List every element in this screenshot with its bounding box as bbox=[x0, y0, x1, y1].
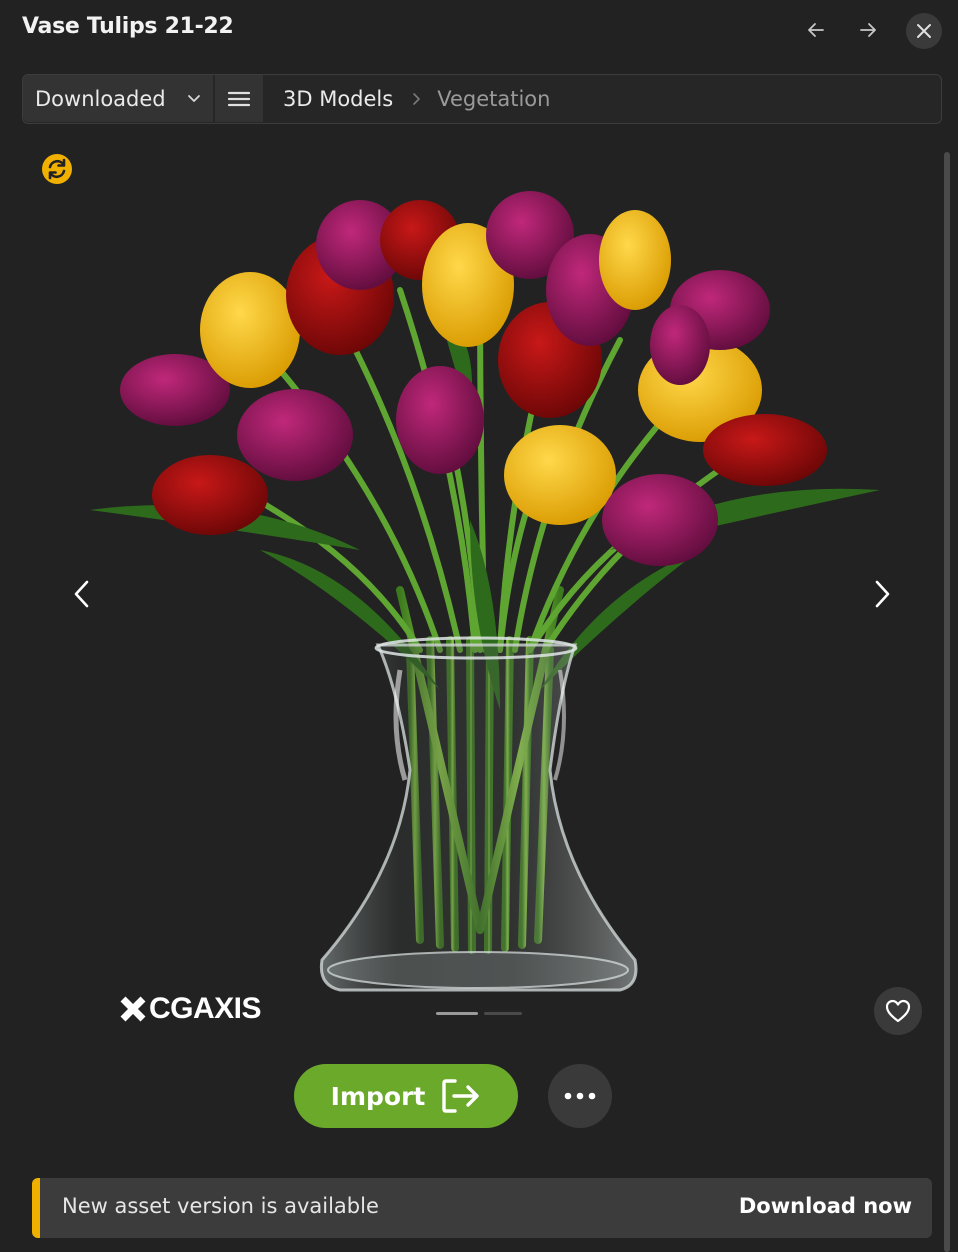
update-notice: New asset version is available Download … bbox=[32, 1178, 932, 1238]
hamburger-menu-icon bbox=[227, 91, 251, 106]
filter-dropdown[interactable]: Downloaded bbox=[23, 75, 213, 122]
breadcrumb-item-3d-models[interactable]: 3D Models bbox=[283, 87, 393, 111]
breadcrumb: 3D Models Vegetation bbox=[283, 75, 550, 122]
cgaxis-logo-icon bbox=[120, 996, 146, 1022]
next-image-button[interactable] bbox=[864, 570, 900, 618]
arrow-right-icon bbox=[860, 23, 876, 37]
favorite-button[interactable] bbox=[874, 987, 922, 1035]
more-options-button[interactable] bbox=[548, 1064, 612, 1128]
chevron-left-icon bbox=[74, 580, 89, 608]
arrow-left-icon bbox=[808, 23, 824, 37]
import-button[interactable]: Import bbox=[294, 1064, 518, 1128]
chevron-down-icon bbox=[188, 95, 200, 102]
breadcrumb-item-vegetation[interactable]: Vegetation bbox=[437, 87, 550, 111]
toolbar: Downloaded 3D Models Vegetation bbox=[22, 74, 942, 124]
slide-indicator-active[interactable] bbox=[436, 1012, 478, 1015]
slide-indicators bbox=[436, 1012, 522, 1015]
slide-indicator[interactable] bbox=[484, 1012, 522, 1015]
chevron-right-icon bbox=[411, 91, 423, 107]
import-button-label: Import bbox=[330, 1081, 426, 1111]
close-button[interactable] bbox=[906, 13, 942, 49]
brand-name: CGAXIS bbox=[149, 992, 262, 1025]
brand-logo: CGAXIS bbox=[120, 992, 262, 1026]
filter-dropdown-value: Downloaded bbox=[35, 86, 166, 111]
back-button[interactable] bbox=[800, 14, 832, 46]
import-icon bbox=[442, 1079, 480, 1113]
close-icon bbox=[917, 24, 931, 38]
previous-image-button[interactable] bbox=[64, 570, 100, 618]
window-title: Vase Tulips 21-22 bbox=[22, 14, 234, 39]
forward-button[interactable] bbox=[852, 14, 884, 46]
asset-preview-image bbox=[90, 191, 880, 992]
title-bar: Vase Tulips 21-22 bbox=[0, 0, 958, 62]
heart-icon bbox=[885, 999, 911, 1023]
download-now-link[interactable]: Download now bbox=[739, 1194, 912, 1218]
notice-accent-bar bbox=[32, 1178, 40, 1238]
more-dots-icon bbox=[564, 1092, 596, 1100]
chevron-right-icon bbox=[875, 580, 890, 608]
notice-message: New asset version is available bbox=[62, 1194, 379, 1218]
menu-button[interactable] bbox=[215, 75, 263, 122]
scrollbar[interactable] bbox=[944, 152, 950, 1252]
